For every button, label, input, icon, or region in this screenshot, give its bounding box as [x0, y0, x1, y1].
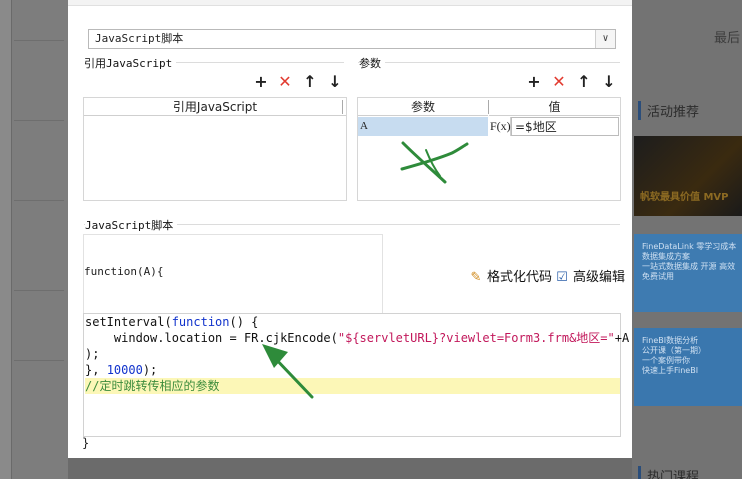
banner-finedatalink-text: FineDataLink 零学习成本 数据集成方案 一站式数据集成 开源 高效 … [642, 242, 737, 281]
param-value-input[interactable]: =$地区 [511, 117, 619, 136]
ref-js-table[interactable]: 引用JavaScript [83, 97, 347, 201]
ref-js-group-title: 引用JavaScript [84, 55, 177, 71]
param-name-cell[interactable]: A [358, 117, 488, 136]
arrow-down-icon[interactable]: ↓ [600, 73, 618, 91]
script-group-title: JavaScript脚本 [85, 217, 178, 233]
format-code-label: 格式化代码 [487, 270, 553, 285]
background-right-panel: 最后 活动推荐 帆软最具价值 MVP FineDataLink 零学习成本 数据… [632, 0, 742, 479]
code-editor[interactable]: setInterval(function() { window.location… [83, 313, 629, 437]
banner-finebi-text: FineBI数据分析 公开课（第一期） 一个案例带你 快速上手FineBI [642, 336, 706, 375]
background-line [14, 40, 64, 41]
recent-label: 最后 [714, 31, 741, 46]
type-select-value: JavaScript脚本 [95, 32, 184, 45]
format-code-button[interactable]: ✎ 格式化代码 [468, 266, 552, 285]
background-line [14, 290, 64, 291]
value-column-header: 值 [489, 98, 620, 116]
code-line: setInterval(function() { [85, 315, 259, 329]
background-line [14, 120, 64, 121]
advanced-edit-label: 高级编辑 [573, 270, 626, 285]
background-strip [0, 0, 12, 479]
banner-finebi[interactable]: FineBI数据分析 公开课（第一期） 一个案例带你 快速上手FineBI [634, 328, 742, 406]
delete-x-icon[interactable]: ✕ [550, 73, 568, 91]
edit-icon: ☑ [556, 270, 568, 285]
banner-finedatalink[interactable]: FineDataLink 零学习成本 数据集成方案 一站式数据集成 开源 高效 … [634, 234, 742, 312]
banner-mvp-text: 帆软最具价值 MVP [640, 192, 729, 203]
param-column-header: 参数 [358, 98, 488, 116]
background-line [14, 360, 64, 361]
arrow-down-icon[interactable]: ↓ [326, 73, 344, 91]
code-line: ); [85, 347, 100, 361]
function-head: function(A){ [84, 265, 164, 278]
arrow-up-icon[interactable]: ↑ [575, 73, 593, 91]
arrow-up-icon[interactable]: ↑ [301, 73, 319, 91]
broom-icon: ✎ [470, 270, 482, 285]
advanced-edit-button[interactable]: ☑ 高级编辑 [554, 266, 625, 285]
background-left-panel [0, 0, 68, 479]
dialog-top-bar [68, 0, 632, 6]
params-table[interactable]: 参数 值 A F(x) =$地区 [357, 97, 621, 201]
banner-mvp[interactable]: 帆软最具价值 MVP [634, 136, 742, 216]
formula-icon[interactable]: F(x) [489, 117, 511, 136]
delete-x-icon[interactable]: ✕ [276, 73, 294, 91]
code-comment-line: //定时跳转传相应的参数 [85, 378, 620, 394]
params-group-title: 参数 [359, 55, 385, 71]
hot-courses-title: 热门课程 [638, 466, 699, 479]
chevron-down-icon[interactable]: ∨ [595, 30, 615, 48]
header-separator [342, 100, 343, 114]
group-divider [358, 62, 620, 63]
javascript-dialog: JavaScript脚本 ∨ 引用JavaScript + ✕ ↑ ↓ 引用Ja… [68, 0, 632, 458]
code-line: window.location = FR.cjkEncode("${servle… [85, 331, 630, 345]
plus-icon[interactable]: + [525, 73, 543, 91]
background-line [14, 200, 64, 201]
code-line: }, 10000); [85, 363, 158, 377]
function-close: } [82, 436, 90, 450]
type-select[interactable]: JavaScript脚本 ∨ [88, 29, 616, 49]
plus-icon[interactable]: + [252, 73, 270, 91]
activity-title: 活动推荐 [638, 101, 699, 120]
ref-js-column-header: 引用JavaScript [84, 98, 346, 116]
